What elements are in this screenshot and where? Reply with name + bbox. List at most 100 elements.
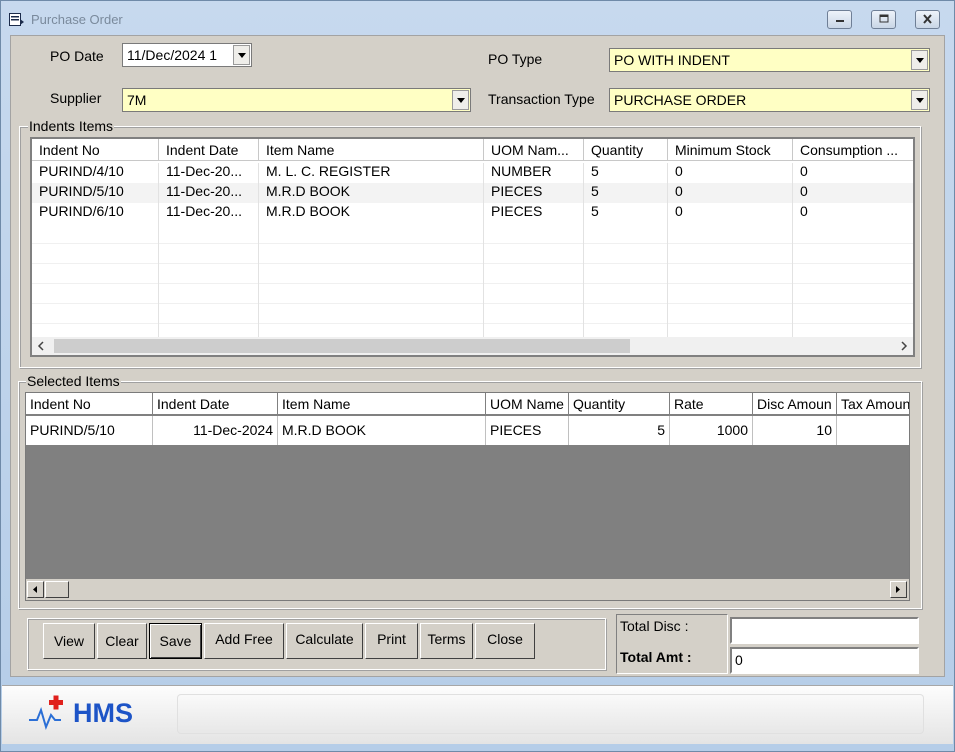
list-item[interactable]: PURIND/6/10 11-Dec-20... M.R.D BOOK PIECES 5…: [32, 203, 913, 223]
cell-indent-no: PURIND/5/10: [32, 183, 159, 203]
minimize-icon: [836, 20, 844, 22]
cell-indent-no: [32, 243, 159, 263]
column-header-consumption[interactable]: Consumption ...: [793, 139, 913, 161]
column-header-minimum-stock[interactable]: Minimum Stock: [668, 139, 793, 161]
column-header-uom-name[interactable]: UOM Name: [486, 393, 569, 415]
column-header-quantity[interactable]: Quantity: [569, 393, 670, 415]
cell-indent-date: [159, 263, 259, 283]
indents-items-list[interactable]: Indent No Indent Date Item Name UOM Nam.…: [30, 137, 915, 357]
scroll-right-button[interactable]: [890, 581, 907, 598]
cell-item-name: [259, 243, 484, 263]
add-free-button[interactable]: Add Free: [204, 623, 284, 659]
print-button[interactable]: Print: [365, 623, 418, 659]
list-item: [32, 243, 913, 264]
cell-consumption: [793, 303, 913, 323]
status-bar: [177, 694, 924, 734]
cell-minimum-stock: 0: [668, 183, 793, 203]
selected-horizontal-scrollbar[interactable]: [26, 579, 909, 600]
column-header-indent-date[interactable]: Indent Date: [153, 393, 278, 415]
terms-button[interactable]: Terms: [420, 623, 473, 659]
cell-quantity: 5: [584, 163, 668, 183]
list-item: [32, 263, 913, 284]
scroll-thumb[interactable]: [45, 581, 69, 598]
cell-indent-date[interactable]: 11-Dec-2024: [153, 416, 278, 445]
cell-disc-amount[interactable]: 10: [753, 416, 837, 445]
scroll-left-icon[interactable]: [36, 341, 46, 351]
total-disc-field[interactable]: [730, 617, 919, 644]
save-button[interactable]: Save: [149, 623, 202, 659]
cell-item-name: [259, 303, 484, 323]
close-window-button[interactable]: [915, 10, 940, 29]
cell-minimum-stock: [668, 223, 793, 243]
column-header-quantity[interactable]: Quantity: [584, 139, 668, 161]
cell-rate[interactable]: 1000: [670, 416, 753, 445]
column-header-indent-no[interactable]: Indent No: [32, 139, 159, 161]
column-header-uom-name[interactable]: UOM Nam...: [484, 139, 584, 161]
heartbeat-cross-icon: [29, 695, 63, 730]
hms-logo: HMS: [27, 693, 133, 736]
cell-consumption: 0: [793, 203, 913, 223]
scroll-thumb[interactable]: [54, 339, 630, 353]
cell-uom-name[interactable]: PIECES: [486, 416, 569, 445]
po-type-select[interactable]: PO WITH INDENT: [609, 48, 930, 72]
cell-quantity: [584, 243, 668, 263]
view-button[interactable]: View: [43, 623, 95, 659]
po-type-label: PO Type: [488, 51, 543, 67]
cell-minimum-stock: 0: [668, 203, 793, 223]
list-item: [32, 303, 913, 324]
column-header-item-name[interactable]: Item Name: [278, 393, 486, 415]
indents-horizontal-scrollbar[interactable]: [32, 337, 913, 355]
cell-item-name: M. L. C. REGISTER: [259, 163, 484, 183]
scroll-right-icon[interactable]: [899, 341, 909, 351]
chevron-down-icon[interactable]: [911, 50, 928, 70]
transaction-type-select[interactable]: PURCHASE ORDER: [609, 88, 930, 112]
column-header-indent-date[interactable]: Indent Date: [159, 139, 259, 161]
column-header-tax-amount[interactable]: Tax Amoun: [837, 393, 909, 415]
chevron-down-icon[interactable]: [452, 90, 469, 110]
scroll-left-button[interactable]: [27, 581, 44, 598]
cell-consumption: [793, 283, 913, 303]
cell-consumption: 0: [793, 163, 913, 183]
column-header-rate[interactable]: Rate: [670, 393, 753, 415]
cell-minimum-stock: 0: [668, 163, 793, 183]
calculate-button[interactable]: Calculate: [286, 623, 363, 659]
cell-minimum-stock: [668, 263, 793, 283]
title-bar[interactable]: Purchase Order: [1, 1, 954, 35]
list-item[interactable]: PURIND/5/10 11-Dec-20... M.R.D BOOK PIECES 5…: [32, 183, 913, 203]
column-header-item-name[interactable]: Item Name: [259, 139, 484, 161]
cell-item-name[interactable]: M.R.D BOOK: [278, 416, 486, 445]
maximize-button[interactable]: [871, 10, 896, 29]
arrow-right-icon: [896, 586, 900, 593]
list-item[interactable]: PURIND/4/10 11-Dec-20... M. L. C. REGISTER…: [32, 163, 913, 183]
close-button[interactable]: Close: [475, 623, 535, 659]
column-header-disc-amount[interactable]: Disc Amoun: [753, 393, 837, 415]
cell-consumption: [793, 243, 913, 263]
selected-items-grid[interactable]: Indent No Indent Date Item Name UOM Name…: [25, 392, 910, 601]
cell-quantity[interactable]: 5: [569, 416, 670, 445]
po-date-picker[interactable]: 11/Dec/2024 1: [122, 43, 252, 67]
cell-quantity: [584, 223, 668, 243]
cell-uom-name: [484, 223, 584, 243]
cell-indent-no: PURIND/6/10: [32, 203, 159, 223]
chevron-down-icon[interactable]: [911, 90, 928, 110]
total-amt-field[interactable]: 0: [730, 647, 919, 674]
supplier-value: 7M: [127, 92, 147, 108]
po-date-label: PO Date: [50, 48, 104, 64]
cell-quantity: 5: [584, 203, 668, 223]
cell-quantity: [584, 263, 668, 283]
cell-item-name: [259, 223, 484, 243]
total-amt-label: Total Amt :: [620, 649, 692, 665]
chevron-down-icon[interactable]: [233, 45, 250, 65]
cell-uom-name: [484, 303, 584, 323]
cell-indent-date: 11-Dec-20...: [159, 203, 259, 223]
clear-button[interactable]: Clear: [97, 623, 147, 659]
column-header-indent-no[interactable]: Indent No: [26, 393, 153, 415]
window-title: Purchase Order: [31, 12, 123, 27]
minimize-button[interactable]: [827, 10, 852, 29]
indents-items-title: Indents Items: [28, 118, 115, 134]
supplier-select[interactable]: 7M: [122, 88, 471, 112]
cell-tax-amount[interactable]: [837, 416, 909, 445]
cell-item-name: M.R.D BOOK: [259, 203, 484, 223]
cell-indent-no[interactable]: PURIND/5/10: [26, 416, 153, 445]
cell-item-name: M.R.D BOOK: [259, 183, 484, 203]
